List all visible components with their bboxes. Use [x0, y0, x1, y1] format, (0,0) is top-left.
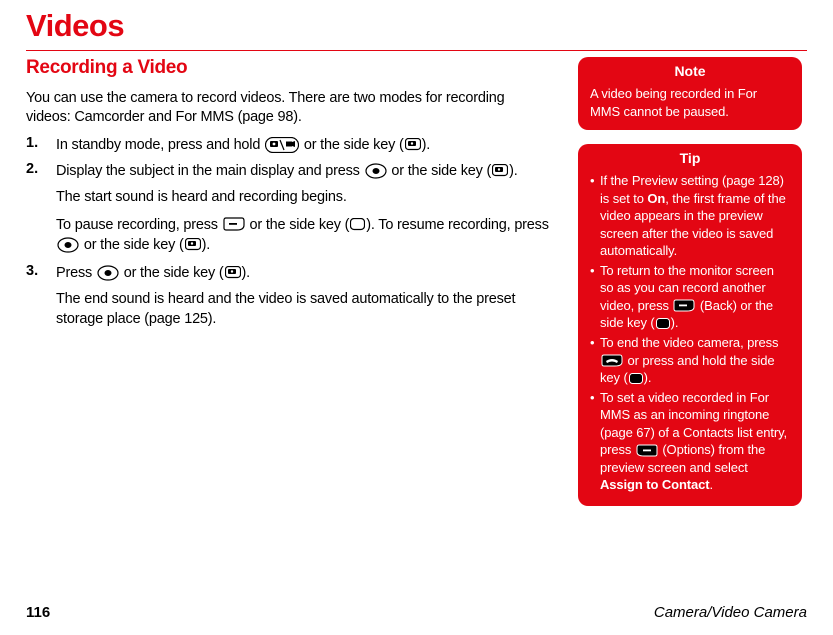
camera-video-key-icon [265, 137, 299, 153]
step-number: 1. [26, 135, 56, 155]
left-softkey-icon [636, 444, 658, 458]
side-key-camera-icon [492, 164, 508, 178]
step-2-sub-1: The start sound is heard and recording b… [56, 187, 550, 207]
main-column: Recording a Video You can use the camera… [26, 57, 578, 520]
right-softkey-icon [673, 299, 695, 313]
center-key-icon [97, 265, 119, 281]
footer-section: Camera/Video Camera [654, 604, 807, 621]
tip-item: • To end the video camera, press or pres… [590, 334, 790, 387]
side-key-plain-icon [656, 318, 670, 330]
intro-paragraph: You can use the camera to record videos.… [26, 89, 550, 127]
note-callout: Note A video being recorded in For MMS c… [578, 57, 802, 130]
tip-title: Tip [578, 144, 802, 170]
side-key-camera-icon [225, 266, 241, 280]
step-2: 2. Display the subject in the main displ… [26, 161, 550, 181]
page-title: Videos [26, 0, 807, 44]
page-number: 116 [26, 604, 50, 621]
note-body: A video being recorded in For MMS cannot… [578, 83, 802, 130]
step-1: 1. In standby mode, press and hold or th… [26, 135, 550, 155]
step-number: 3. [26, 263, 56, 283]
tip-item: • If the Preview setting (page 128) is s… [590, 172, 790, 260]
right-softkey-icon [223, 217, 245, 232]
end-key-icon [601, 354, 623, 368]
step-2-sub-2: To pause recording, press or the side ke… [56, 215, 550, 255]
step-text: Display the subject in the main display … [56, 161, 518, 181]
side-column: Note A video being recorded in For MMS c… [578, 57, 802, 520]
side-key-plain-icon [629, 373, 643, 385]
step-3: 3. Press or the side key (). [26, 263, 550, 283]
step-number: 2. [26, 161, 56, 181]
tip-item: • To return to the monitor screen so as … [590, 262, 790, 332]
tip-callout: Tip • If the Preview setting (page 128) … [578, 144, 802, 506]
section-subtitle: Recording a Video [26, 57, 550, 79]
note-title: Note [578, 57, 802, 83]
side-key-camera-icon [405, 138, 421, 152]
side-key-plain-icon [350, 218, 365, 231]
center-key-icon [365, 163, 387, 179]
step-text: Press or the side key (). [56, 263, 250, 283]
side-key-camera-icon [185, 238, 201, 252]
step-text: In standby mode, press and hold or the s… [56, 135, 430, 155]
step-3-sub: The end sound is heard and the video is … [56, 289, 550, 329]
center-key-icon [57, 237, 79, 253]
title-divider [26, 50, 807, 51]
page-footer: 116 Camera/Video Camera [26, 604, 807, 621]
tip-item: • To set a video recorded in For MMS as … [590, 389, 790, 494]
